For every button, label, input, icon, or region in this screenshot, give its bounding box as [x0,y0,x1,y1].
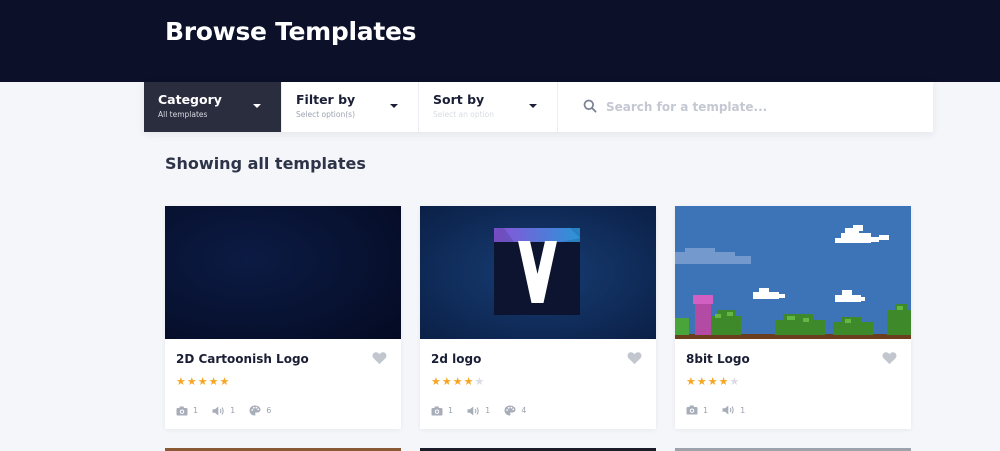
page-title: Browse Templates [165,17,417,46]
template-title: 2D Cartoonish Logo [176,352,309,366]
color-count: 4 [504,405,526,416]
template-title: 8bit Logo [686,352,750,366]
photo-count-value: 1 [703,405,709,415]
category-value: All templates [158,110,208,119]
speaker-icon [212,406,224,415]
star-icon: ★ [219,375,231,388]
camera-icon [431,406,443,415]
caret-down-icon [390,104,398,108]
sort-by-value: Select an option [433,110,494,119]
rating-stars: ★★★★★ [431,375,485,388]
template-card[interactable]: 8bit Logo ★★★★★ 1 1 [675,206,911,429]
audio-count: 1 [467,406,490,416]
template-card[interactable]: 2d logo ★★★★★ 1 1 4 [420,206,656,429]
star-icon: ★ [707,375,719,388]
heart-icon[interactable] [882,351,897,365]
filter-by-label: Filter by [296,92,356,107]
photo-count-value: 1 [448,406,454,415]
template-stats: 1 1 4 [431,405,540,416]
template-thumbnail[interactable] [420,206,656,339]
star-icon: ★ [208,375,220,388]
audio-count: 1 [212,406,235,416]
rating-stars: ★★★★★ [176,375,230,388]
audio-count-value: 1 [740,405,746,415]
category-dropdown[interactable]: Category All templates [144,82,282,132]
category-label: Category [158,92,222,107]
audio-count: 1 [722,405,745,415]
star-icon: ★ [718,375,730,388]
section-heading: Showing all templates [165,154,366,173]
top-header: Browse Templates [0,0,1000,82]
speaker-icon [467,406,479,415]
template-stats: 1 1 6 [176,405,285,416]
search-input[interactable] [606,94,906,120]
rating-stars: ★★★★★ [686,375,740,388]
color-count: 6 [249,405,271,416]
sort-by-dropdown[interactable]: Sort by Select an option [419,82,558,132]
color-count-value: 4 [521,406,527,415]
heart-icon[interactable] [627,351,642,365]
caret-down-icon [253,104,261,108]
filter-bar: Category All templates Filter by Select … [144,82,933,132]
camera-icon [176,406,188,415]
filter-by-dropdown[interactable]: Filter by Select option(s) [282,82,419,132]
caret-down-icon [529,104,537,108]
palette-icon [504,405,516,416]
star-icon: ★ [474,375,486,388]
template-card[interactable]: 2D Cartoonish Logo ★★★★★ 1 1 6 [165,206,401,429]
heart-icon[interactable] [372,351,387,365]
star-icon: ★ [176,375,187,388]
camera-icon [686,405,698,415]
star-icon: ★ [186,375,198,388]
star-icon: ★ [686,375,697,388]
template-stats: 1 1 [686,405,759,415]
sort-by-label: Sort by [433,92,485,107]
star-icon: ★ [441,375,453,388]
audio-count-value: 1 [230,406,236,415]
palette-icon [249,405,261,416]
star-icon: ★ [463,375,475,388]
photo-count: 1 [176,406,198,416]
template-thumbnail[interactable] [165,206,401,339]
photo-count: 1 [686,405,708,415]
filter-by-value: Select option(s) [296,110,355,119]
search-box [558,82,933,132]
search-icon [583,99,597,113]
template-title: 2d logo [431,352,482,366]
star-icon: ★ [729,375,741,388]
star-icon: ★ [431,375,442,388]
star-icon: ★ [696,375,708,388]
template-thumbnail[interactable] [675,206,911,339]
color-count-value: 6 [266,406,272,415]
audio-count-value: 1 [485,406,491,415]
photo-count: 1 [431,406,453,416]
star-icon: ★ [452,375,464,388]
star-icon: ★ [197,375,209,388]
speaker-icon [722,405,734,415]
photo-count-value: 1 [193,406,199,415]
